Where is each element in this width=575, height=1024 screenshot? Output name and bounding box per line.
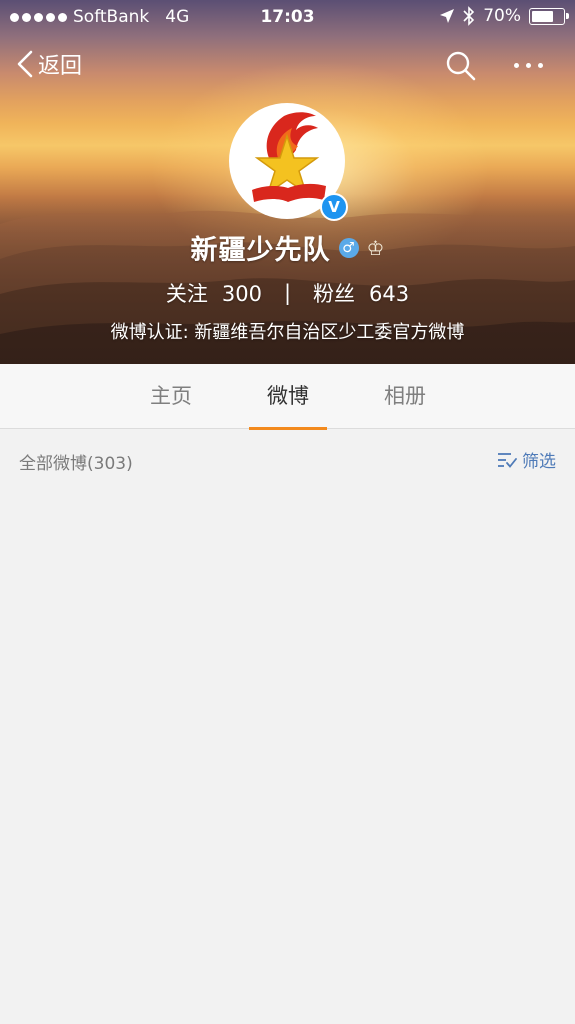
verification-text: 微博认证: 新疆维吾尔自治区少工委官方微博 <box>110 322 465 343</box>
chevron-left-icon <box>17 50 33 78</box>
battery-percent: 70% <box>483 6 521 26</box>
tab-home[interactable]: 主页 <box>132 364 210 429</box>
more-icon <box>513 62 519 68</box>
filter-label: 筛选 <box>522 452 556 472</box>
tab-weibo[interactable]: 微博 <box>249 364 327 430</box>
location-arrow-icon <box>440 9 455 23</box>
status-bar: SoftBank 4G 17:03 70% <box>0 0 575 34</box>
back-label: 返回 <box>38 54 83 79</box>
username-row: 新疆少先队 ♂ ♔ <box>0 228 575 267</box>
verified-badge-icon: V <box>320 193 348 221</box>
stats-divider: | <box>283 281 292 305</box>
filter-button[interactable]: 筛选 <box>497 447 556 472</box>
filter-icon <box>498 452 517 468</box>
following-count: 300 <box>221 282 262 306</box>
following-stat[interactable]: 关注 300 <box>166 278 262 308</box>
search-icon <box>446 51 476 81</box>
bluetooth-icon <box>463 6 475 26</box>
followers-stat[interactable]: 粉丝 643 <box>313 278 409 308</box>
status-right: 70% <box>439 6 569 26</box>
battery-icon <box>529 7 569 25</box>
back-button[interactable]: 返回 <box>16 48 82 80</box>
following-label: 关注 <box>165 282 208 306</box>
followers-count: 643 <box>369 282 410 306</box>
crown-icon[interactable]: ♔ <box>367 238 385 258</box>
profile-tabs: 主页 微博 相册 <box>0 364 575 430</box>
profile-stats: 关注 300 | 粉丝 643 <box>0 278 575 308</box>
male-icon: ♂ <box>338 237 359 258</box>
feed-header: 全部微博(303) 筛选 <box>0 430 575 488</box>
username: 新疆少先队 <box>190 235 331 266</box>
feed-count: 全部微博(303) <box>19 454 133 474</box>
search-button[interactable] <box>444 50 478 82</box>
followers-label: 粉丝 <box>313 282 356 306</box>
more-button[interactable] <box>506 52 550 78</box>
tab-album[interactable]: 相册 <box>366 364 444 429</box>
